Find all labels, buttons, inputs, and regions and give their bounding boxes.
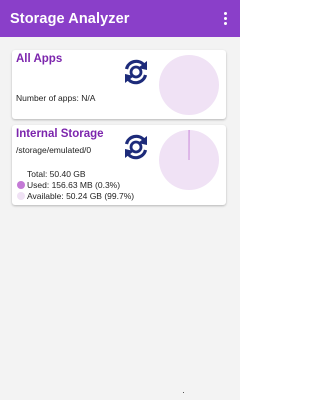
apps-count-text: Number of apps: N/A [16, 93, 96, 103]
used-legend-dot [17, 181, 25, 189]
storage-pie-chart [159, 130, 219, 190]
refresh-icon[interactable] [120, 56, 152, 88]
storage-path: /storage/emulated/0 [16, 145, 92, 155]
refresh-icon[interactable] [120, 131, 152, 163]
internal-storage-title: Internal Storage [16, 128, 104, 140]
more-vert-icon[interactable] [224, 12, 228, 25]
app-bar: Storage Analyzer [0, 0, 240, 37]
all-apps-card: All Apps Number of apps: N/A [12, 50, 226, 119]
total-text: Total: 50.40 GB [27, 169, 86, 179]
app-title: Storage Analyzer [10, 10, 130, 27]
all-apps-title: All Apps [16, 53, 63, 65]
available-legend-dot [17, 192, 25, 200]
main-content: All Apps Number of apps: N/A Internal St… [0, 37, 240, 400]
apps-pie-chart [159, 55, 219, 115]
used-text: Used: 156.63 MB (0.3%) [27, 180, 121, 190]
screen-speck [183, 392, 184, 393]
internal-storage-card: Internal Storage /storage/emulated/0 Tot… [12, 125, 226, 205]
available-text: Available: 50.24 GB (99.7%) [27, 191, 135, 201]
